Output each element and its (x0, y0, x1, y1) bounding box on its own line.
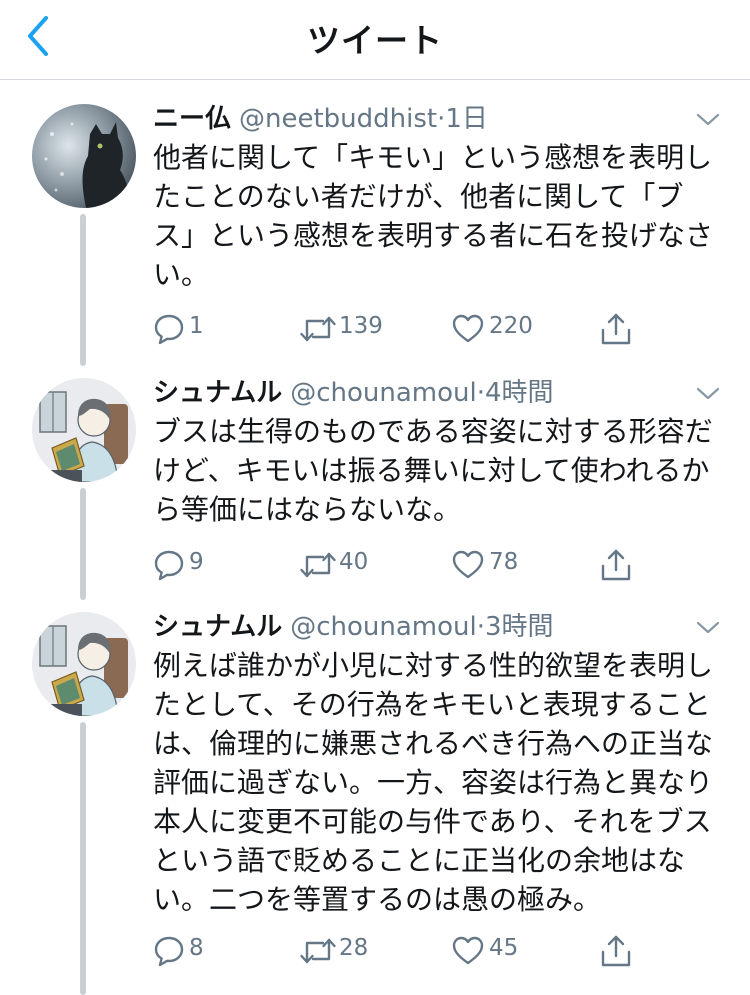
tweet-header: シュナムル @chounamoul·4時間 (153, 374, 554, 412)
tweet-text-line: 他者に関して「キモい」という感想を表明し (153, 141, 713, 174)
reply-button[interactable]: 1 (153, 310, 213, 350)
avatar[interactable] (32, 612, 136, 716)
tweet-text: 例えば誰かが小児に対する性的欲望を表明し たとして、その行為をキモいと表現するこ… (153, 646, 723, 919)
reply-count: 1 (189, 313, 204, 339)
tweet-text-line: は、倫理的に嫌悪されるべき行為への正当な (153, 727, 714, 760)
share-icon (601, 549, 631, 581)
avatar[interactable] (32, 104, 136, 208)
display-name[interactable]: ニー仏 (153, 104, 231, 134)
chevron-down-icon (696, 621, 720, 634)
tweet-text: ブスは生得のものである容姿に対する形容だ けど、キモいは振る舞いに対して使われる… (153, 412, 723, 529)
heart-icon (452, 936, 484, 965)
tweet-text-line: けど、キモいは振る舞いに対して使われるか (153, 454, 710, 487)
like-count: 45 (489, 935, 519, 961)
tweet-text-line: たことのない者だけが、他者に関して「ブ (153, 180, 684, 213)
reading-person-avatar-image (32, 612, 136, 716)
like-button[interactable]: 45 (451, 932, 541, 972)
retweet-count: 139 (339, 313, 383, 339)
retweet-icon (300, 552, 336, 578)
retweet-button[interactable]: 139 (299, 310, 389, 350)
tweet-menu-button[interactable] (694, 384, 722, 404)
share-icon (601, 313, 631, 345)
display-name[interactable]: シュナムル (153, 612, 282, 642)
retweet-icon (300, 938, 336, 964)
page-title: ツイート (307, 21, 443, 60)
handle[interactable]: @chounamoul (290, 612, 477, 642)
reply-icon (154, 550, 184, 581)
tweet-actions: 1 139 220 (153, 310, 653, 350)
tweet-text-line: ら等価にはならないな。 (153, 493, 462, 526)
tweet[interactable]: シュナムル @chounamoul·3時間 例えば誰かが小児に対する性的欲望を表明… (0, 608, 750, 980)
tweet-text-line: ブスは生得のものである容姿に対する形容だ (153, 415, 713, 448)
reply-button[interactable]: 8 (153, 932, 213, 972)
tweet-actions: 8 28 45 (153, 932, 653, 972)
reply-icon (154, 936, 184, 967)
like-count: 78 (489, 549, 519, 575)
tweet[interactable]: ニー仏 @neetbuddhist·1日 他者に関して「キモい」という感想を表明し… (0, 100, 750, 362)
handle[interactable]: @neetbuddhist (239, 104, 437, 134)
timestamp[interactable]: 1日 (445, 104, 488, 134)
reading-person-avatar-image (32, 378, 136, 482)
retweet-icon (300, 316, 336, 342)
tweet-text-line: 評価に過ぎない。一方、容姿は行為と異なり (153, 766, 714, 799)
like-button[interactable]: 78 (451, 546, 541, 586)
separator-dot: · (476, 612, 486, 642)
app-header: ツイート (0, 0, 750, 80)
tweet-actions: 9 40 78 (153, 546, 653, 586)
tweet-menu-button[interactable] (694, 110, 722, 130)
retweet-button[interactable]: 28 (299, 932, 389, 972)
heart-icon (452, 550, 484, 579)
tweet-header: シュナムル @chounamoul·3時間 (153, 608, 554, 646)
share-icon (601, 935, 631, 967)
reply-icon (154, 314, 184, 345)
cat-avatar-image (32, 104, 136, 208)
handle[interactable]: @chounamoul (290, 378, 477, 408)
tweet[interactable]: シュナムル @chounamoul·4時間 ブスは生得のものである容姿に対する形容… (0, 374, 750, 588)
chevron-down-icon (696, 113, 720, 126)
reply-count: 9 (189, 549, 204, 575)
tweet-text-line: い。二つを等置するのは愚の極み。 (153, 883, 602, 916)
tweet-header: ニー仏 @neetbuddhist·1日 (153, 100, 488, 138)
tweet-text: 他者に関して「キモい」という感想を表明し たことのない者だけが、他者に関して「ブ… (153, 138, 723, 294)
timestamp[interactable]: 4時間 (485, 378, 554, 408)
tweet-text-line: 本人に変更不可能の与件であり、それをブス (153, 805, 712, 838)
tweet-text-line: ス」という感想を表明する者に石を投げなさ (153, 219, 714, 252)
like-button[interactable]: 220 (451, 310, 541, 350)
chevron-down-icon (696, 387, 720, 400)
share-button[interactable] (599, 932, 635, 972)
retweet-count: 40 (339, 549, 369, 575)
separator-dot: · (476, 378, 486, 408)
retweet-count: 28 (339, 935, 369, 961)
retweet-button[interactable]: 40 (299, 546, 389, 586)
reply-count: 8 (189, 935, 204, 961)
reply-button[interactable]: 9 (153, 546, 213, 586)
share-button[interactable] (599, 310, 635, 350)
avatar[interactable] (32, 378, 136, 482)
tweet-text-line: 例えば誰かが小児に対する性的欲望を表明し (153, 649, 714, 682)
timestamp[interactable]: 3時間 (485, 612, 554, 642)
heart-icon (452, 314, 484, 343)
tweet-menu-button[interactable] (694, 618, 722, 638)
tweet-text-line: という語で貶めることに正当化の余地はな (153, 844, 686, 877)
share-button[interactable] (599, 546, 635, 586)
like-count: 220 (489, 313, 533, 339)
display-name[interactable]: シュナムル (153, 378, 282, 408)
tweet-text-line: い。 (153, 258, 210, 291)
tweet-text-line: たとして、その行為をキモいと表現すること (153, 688, 711, 721)
